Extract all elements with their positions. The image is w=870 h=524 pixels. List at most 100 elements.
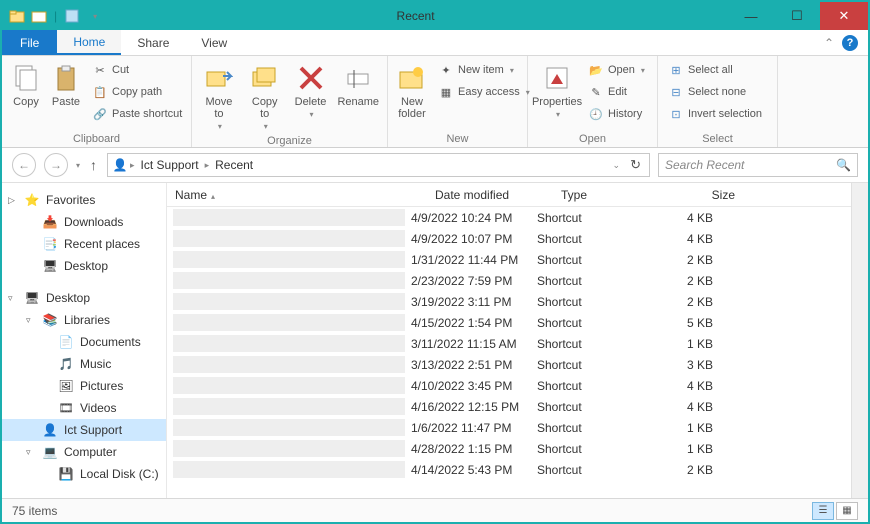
address-dropdown-icon[interactable]: ⌄ (609, 160, 625, 171)
file-list[interactable]: 4/9/2022 10:24 PM Shortcut 4 KB 4/9/2022… (167, 207, 851, 498)
item-count: 75 items (12, 504, 57, 518)
rename-button[interactable]: Rename (335, 60, 381, 110)
edit-icon: ✎ (588, 84, 604, 100)
paste-button[interactable]: Paste (48, 60, 84, 110)
new-folder-icon[interactable] (30, 7, 48, 25)
col-name[interactable]: Name▴ (167, 188, 427, 202)
new-item-button[interactable]: ✦New item (434, 60, 534, 80)
help-icon[interactable]: ? (842, 35, 858, 51)
tab-file[interactable]: File (2, 30, 57, 55)
nav-up-button[interactable]: ↑ (88, 157, 99, 173)
nav-desktop-root[interactable]: ▿🖥Desktop (2, 287, 166, 309)
nav-recent-places[interactable]: 📑Recent places (2, 233, 166, 255)
file-row[interactable]: 1/31/2022 11:44 PM Shortcut 2 KB (167, 249, 851, 270)
file-row[interactable]: 4/28/2022 1:15 PM Shortcut 1 KB (167, 438, 851, 459)
col-date[interactable]: Date modified (427, 188, 553, 202)
cut-button[interactable]: ✂Cut (88, 60, 186, 80)
file-row[interactable]: 3/11/2022 11:15 AM Shortcut 1 KB (167, 333, 851, 354)
downloads-icon: 📥 (42, 214, 58, 230)
easy-access-button[interactable]: ▦Easy access (434, 82, 534, 102)
copy-to-button[interactable]: Copy to (244, 60, 286, 133)
libraries-icon: 📚 (42, 312, 58, 328)
search-input[interactable]: Search Recent 🔍 (658, 153, 858, 177)
new-folder-button[interactable]: New folder (394, 60, 430, 122)
move-to-button[interactable]: Move to (198, 60, 240, 133)
breadcrumb-2[interactable]: Recent (211, 158, 257, 172)
file-row[interactable]: 4/10/2022 3:45 PM Shortcut 4 KB (167, 375, 851, 396)
close-button[interactable]: ✕ (820, 2, 868, 30)
file-row[interactable]: 4/15/2022 1:54 PM Shortcut 5 KB (167, 312, 851, 333)
nav-ict-support[interactable]: 👤Ict Support (2, 419, 166, 441)
nav-history-dropdown[interactable]: ▾ (76, 161, 80, 170)
file-row[interactable]: 2/23/2022 7:59 PM Shortcut 2 KB (167, 270, 851, 291)
tab-home[interactable]: Home (57, 30, 121, 55)
tab-view[interactable]: View (185, 30, 243, 55)
file-row[interactable]: 3/19/2022 3:11 PM Shortcut 2 KB (167, 291, 851, 312)
folder-icon[interactable] (8, 7, 26, 25)
file-size: 4 KB (645, 379, 721, 393)
easy-access-icon: ▦ (438, 84, 454, 100)
navigation-pane[interactable]: ▷⭐Favorites 📥Downloads 📑Recent places 🖥D… (2, 183, 167, 498)
tab-share[interactable]: Share (121, 30, 185, 55)
nav-documents[interactable]: 📄Documents (2, 331, 166, 353)
group-organize-label: Organize (198, 133, 381, 147)
group-select-label: Select (664, 131, 771, 145)
file-row[interactable]: 4/9/2022 10:07 PM Shortcut 4 KB (167, 228, 851, 249)
file-row[interactable]: 4/9/2022 10:24 PM Shortcut 4 KB (167, 207, 851, 228)
file-type: Shortcut (531, 211, 645, 225)
file-row[interactable]: 1/6/2022 11:47 PM Shortcut 1 KB (167, 417, 851, 438)
address-bar[interactable]: 👤 ▸ Ict Support ▸ Recent ⌄ ↻ (107, 153, 650, 177)
nav-pictures[interactable]: 🖼Pictures (2, 375, 166, 397)
properties-button[interactable]: Properties (534, 60, 580, 121)
history-button[interactable]: 🕘History (584, 104, 649, 124)
file-size: 1 KB (645, 442, 721, 456)
details-view-button[interactable]: ☰ (812, 502, 834, 520)
select-all-button[interactable]: ⊞Select all (664, 60, 766, 80)
nav-local-disk[interactable]: 💾Local Disk (C:) (2, 463, 166, 485)
copy-button[interactable]: Copy (8, 60, 44, 110)
file-type: Shortcut (531, 274, 645, 288)
open-button[interactable]: 📂Open (584, 60, 649, 80)
vertical-scrollbar[interactable] (851, 183, 868, 498)
file-size: 1 KB (645, 421, 721, 435)
path-icon: 📋 (92, 84, 108, 100)
file-row[interactable]: 3/13/2022 2:51 PM Shortcut 3 KB (167, 354, 851, 375)
delete-button[interactable]: Delete (290, 60, 332, 121)
file-pane: Name▴ Date modified Type Size 4/9/2022 1… (167, 183, 851, 498)
invert-selection-button[interactable]: ⊡Invert selection (664, 104, 766, 124)
file-date: 4/9/2022 10:07 PM (405, 232, 531, 246)
group-new-label: New (394, 131, 521, 145)
file-type: Shortcut (531, 337, 645, 351)
file-date: 3/13/2022 2:51 PM (405, 358, 531, 372)
nav-favorites[interactable]: ▷⭐Favorites (2, 189, 166, 211)
file-size: 2 KB (645, 274, 721, 288)
icons-view-button[interactable]: ▦ (836, 502, 858, 520)
maximize-button[interactable]: ☐ (774, 2, 820, 30)
nav-libraries[interactable]: ▿📚Libraries (2, 309, 166, 331)
paste-shortcut-button[interactable]: 🔗Paste shortcut (88, 104, 186, 124)
col-size[interactable]: Size (667, 188, 743, 202)
edit-button[interactable]: ✎Edit (584, 82, 649, 102)
file-name-blurred (173, 314, 405, 331)
file-size: 4 KB (645, 400, 721, 414)
nav-desktop[interactable]: 🖥Desktop (2, 255, 166, 277)
refresh-button[interactable]: ↻ (626, 157, 645, 173)
file-type: Shortcut (531, 400, 645, 414)
nav-computer[interactable]: ▿💻Computer (2, 441, 166, 463)
nav-forward-button[interactable]: → (44, 153, 68, 177)
properties-qat-icon[interactable] (63, 7, 81, 25)
file-name-blurred (173, 272, 405, 289)
col-type[interactable]: Type (553, 188, 667, 202)
nav-videos[interactable]: 🎞Videos (2, 397, 166, 419)
copy-path-button[interactable]: 📋Copy path (88, 82, 186, 102)
breadcrumb-1[interactable]: Ict Support (137, 158, 203, 172)
file-row[interactable]: 4/16/2022 12:15 PM Shortcut 4 KB (167, 396, 851, 417)
nav-music[interactable]: 🎵Music (2, 353, 166, 375)
qat-dropdown-icon[interactable] (85, 7, 103, 25)
minimize-button[interactable]: — (728, 2, 774, 30)
file-row[interactable]: 4/14/2022 5:43 PM Shortcut 2 KB (167, 459, 851, 480)
nav-downloads[interactable]: 📥Downloads (2, 211, 166, 233)
nav-back-button[interactable]: ← (12, 153, 36, 177)
select-none-button[interactable]: ⊟Select none (664, 82, 766, 102)
ribbon-collapse-icon[interactable]: ⌃ (824, 36, 834, 50)
